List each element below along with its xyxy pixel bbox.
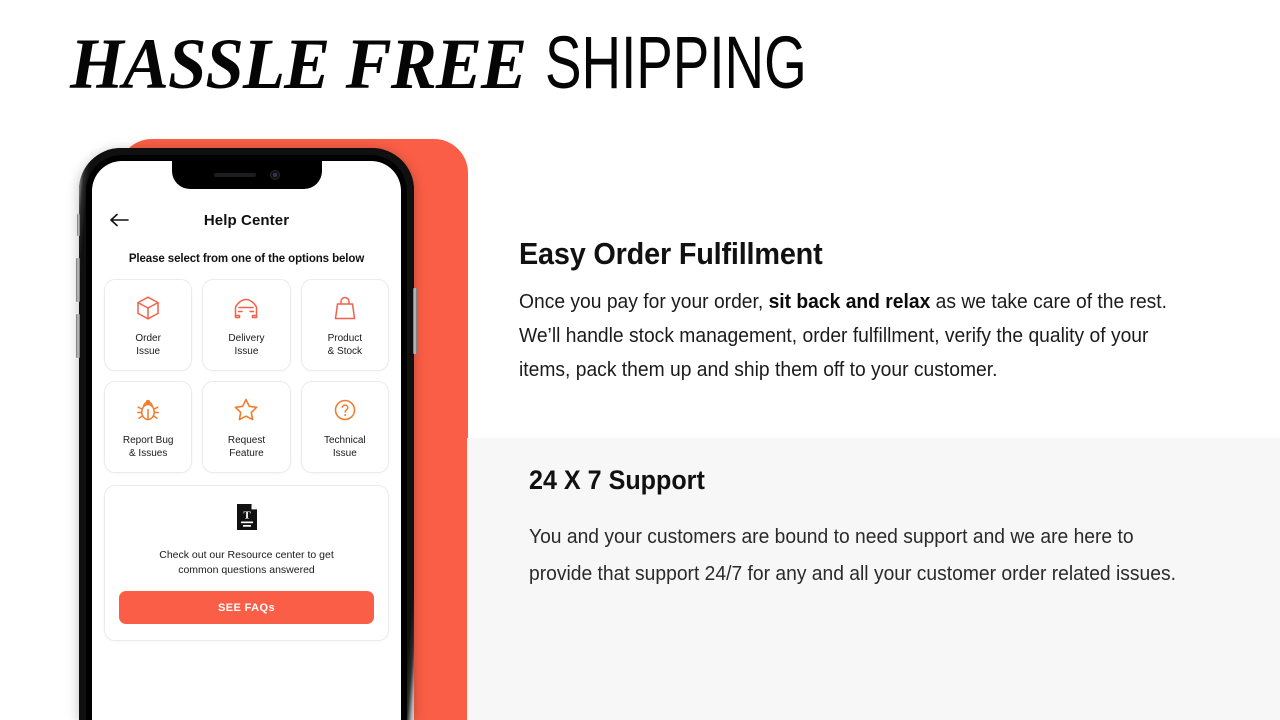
option-card-request-feature[interactable]: Request Feature	[202, 381, 291, 473]
option-label: Report Bug & Issues	[123, 434, 174, 460]
resource-center-card: T Check out our Resource center to get c…	[104, 485, 389, 641]
option-label: Product & Stock	[328, 332, 362, 358]
app-subtitle: Please select from one of the options be…	[128, 253, 365, 265]
option-label-line2: Issue	[136, 345, 161, 357]
option-card-order-issue[interactable]: Order Issue	[104, 279, 193, 371]
star-icon	[230, 395, 262, 425]
option-label-line1: Request	[227, 434, 266, 446]
option-label-line2: & Stock	[327, 345, 363, 357]
option-label-line1: Delivery	[228, 332, 265, 344]
option-card-report-bug[interactable]: Report Bug & Issues	[104, 381, 193, 473]
option-label-line1: Technical	[323, 434, 366, 446]
section-24x7-support: 24 X 7 Support You and your customers ar…	[467, 438, 1280, 720]
option-label: Order Issue	[135, 332, 161, 358]
resource-text-line2: common questions answered	[178, 564, 315, 576]
svg-text:T: T	[243, 510, 251, 522]
shopping-bag-icon	[329, 293, 361, 323]
option-label-line1: Order	[135, 332, 161, 344]
resource-card-text: Check out our Resource center to get com…	[159, 548, 334, 578]
option-card-technical-issue[interactable]: Technical Issue	[300, 381, 389, 473]
page-title: HASSLE FREE SHIPPING	[70, 21, 899, 104]
option-card-delivery-issue[interactable]: Delivery Issue	[202, 279, 291, 371]
app-title: Help Center	[203, 211, 290, 229]
fulfillment-body-part1: Once you pay for your order,	[519, 290, 769, 313]
option-card-product-stock[interactable]: Product & Stock	[300, 279, 389, 371]
see-faqs-button[interactable]: SEE FAQs	[119, 591, 374, 624]
fulfillment-body-bold: sit back and relax	[768, 290, 931, 313]
phone-mockup: Help Center Please select from one of th…	[76, 148, 417, 720]
box-icon	[132, 293, 164, 323]
question-circle-icon	[329, 395, 361, 425]
option-label-line1: Product	[327, 332, 363, 344]
fulfillment-heading: Easy Order Fulfillment	[519, 236, 823, 271]
option-label-line1: Report Bug	[122, 434, 174, 446]
option-label-line2: Issue	[234, 345, 259, 357]
app-header: Help Center	[104, 203, 389, 237]
fulfillment-body: Once you pay for your order, sit back an…	[519, 285, 1188, 387]
bug-icon	[132, 395, 164, 425]
phone-silent-switch[interactable]	[77, 214, 80, 236]
support-body: You and your customers are bound to need…	[529, 525, 1176, 585]
option-label: Technical Issue	[324, 434, 366, 460]
help-center-app: Help Center Please select from one of th…	[92, 161, 401, 720]
section-easy-order-fulfillment: Easy Order Fulfillment Once you pay for …	[519, 236, 1191, 387]
resource-text-line1: Check out our Resource center to get	[159, 549, 334, 561]
document-text-icon: T	[234, 502, 260, 537]
option-label-line2: & Issues	[128, 447, 168, 459]
car-icon	[230, 293, 262, 323]
option-label: Delivery Issue	[228, 332, 264, 358]
option-label-line2: Feature	[229, 447, 264, 459]
phone-volume-down-button[interactable]	[76, 314, 80, 358]
earpiece-speaker-icon	[213, 173, 256, 177]
options-grid: Order Issue Delivery Issue Product & Sto…	[104, 279, 389, 473]
option-label: Request Feature	[228, 434, 265, 460]
page-title-plain: SHIPPING	[545, 21, 807, 104]
phone-volume-up-button[interactable]	[76, 258, 80, 302]
phone-power-button[interactable]	[413, 288, 417, 354]
phone-screen: Help Center Please select from one of th…	[92, 161, 401, 720]
page-title-italic: HASSLE FREE	[70, 24, 527, 104]
support-heading: 24 X 7 Support	[529, 465, 705, 495]
option-label-line2: Issue	[332, 447, 357, 459]
slide-root: HASSLE FREE SHIPPING Help Center Please …	[0, 0, 1280, 720]
phone-notch	[171, 161, 322, 189]
front-camera-icon	[269, 170, 280, 180]
